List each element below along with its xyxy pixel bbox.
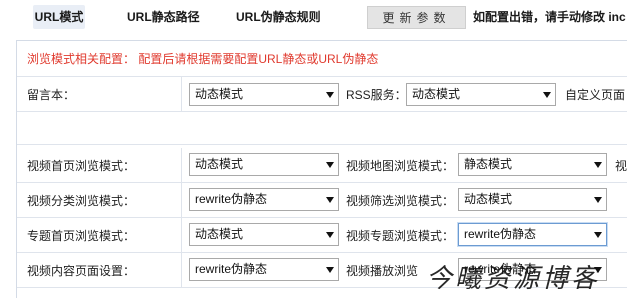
chevron-down-icon	[326, 232, 334, 238]
chevron-down-icon	[594, 162, 602, 168]
guestbook-label: 留言本：	[27, 88, 76, 102]
update-params-button[interactable]: 更新参数	[367, 6, 466, 29]
content-page-label: 视频内容页面设置：	[27, 264, 136, 278]
topic-video-select-value: rewrite伪静态	[464, 227, 537, 241]
video-filter-label: 视频筛选浏览模式：	[346, 194, 455, 208]
settings-row-video-category: 视频分类浏览模式： rewrite伪静态 视频筛选浏览模式： 动态模式	[17, 183, 627, 218]
chevron-down-icon	[543, 92, 551, 98]
column-divider	[181, 148, 182, 182]
topic-video-select[interactable]: rewrite伪静态	[458, 223, 607, 246]
video-map-label: 视频地图浏览模式：	[346, 159, 455, 173]
video-home-label: 视频首页浏览模式：	[27, 159, 136, 173]
tab-url-static-path[interactable]: URL静态路径	[127, 5, 200, 29]
column-divider	[181, 183, 182, 217]
guestbook-select[interactable]: 动态模式	[189, 83, 339, 106]
settings-row-video-home: 视频首页浏览模式： 动态模式 视频地图浏览模式： 静态模式 视	[17, 148, 627, 183]
tab-bar: URL模式 URL静态路径 URL伪静态规则 更新参数 如配置出错，请手动修改 …	[0, 0, 627, 34]
video-filter-select[interactable]: 动态模式	[458, 188, 607, 211]
chevron-down-icon	[326, 162, 334, 168]
config-tip-text: 如配置出错，请手动修改 inc	[473, 10, 626, 24]
video-home-select-value: 动态模式	[195, 157, 244, 171]
topic-video-label: 视频专题浏览模式：	[346, 229, 455, 243]
chevron-down-icon	[326, 267, 334, 273]
video-category-select-value: rewrite伪静态	[195, 192, 268, 206]
settings-row-guestbook: 留言本： 动态模式 RSS服务： 动态模式 自定义页面	[17, 77, 627, 112]
custom-page-label: 自定义页面	[565, 88, 626, 102]
settings-row-topic-home: 专题首页浏览模式： 动态模式 视频专题浏览模式： rewrite伪静态	[17, 218, 627, 253]
content-page-select-value: rewrite伪静态	[195, 262, 268, 276]
video-category-select[interactable]: rewrite伪静态	[189, 188, 339, 211]
guestbook-select-value: 动态模式	[195, 87, 244, 101]
video-play-label: 视频播放浏览	[346, 264, 419, 278]
video-map-select-value: 静态模式	[464, 157, 513, 171]
topic-home-label: 专题首页浏览模式：	[27, 229, 136, 243]
chevron-down-icon	[594, 197, 602, 203]
settings-row-spacer	[17, 112, 627, 145]
column-divider	[181, 77, 182, 111]
video-extra-label: 视	[615, 159, 627, 173]
notice-text: 浏览模式相关配置： 配置后请根据需要配置URL静态或URL伪静态	[27, 52, 379, 66]
content-page-select[interactable]: rewrite伪静态	[189, 258, 339, 281]
rss-select[interactable]: 动态模式	[406, 83, 556, 106]
topic-home-select[interactable]: 动态模式	[189, 223, 339, 246]
tab-url-mode[interactable]: URL模式	[33, 5, 85, 29]
video-map-select[interactable]: 静态模式	[458, 153, 607, 176]
video-filter-select-value: 动态模式	[464, 192, 513, 206]
chevron-down-icon	[594, 232, 602, 238]
blog-watermark: 今曦资源博客	[426, 264, 601, 294]
column-divider	[181, 218, 182, 252]
notice-row: 浏览模式相关配置： 配置后请根据需要配置URL静态或URL伪静态	[17, 41, 627, 77]
video-category-label: 视频分类浏览模式：	[27, 194, 136, 208]
rss-label: RSS服务：	[346, 88, 407, 102]
rss-select-value: 动态模式	[412, 87, 461, 101]
chevron-down-icon	[326, 197, 334, 203]
video-home-select[interactable]: 动态模式	[189, 153, 339, 176]
chevron-down-icon	[326, 92, 334, 98]
column-divider	[181, 253, 182, 287]
tab-url-rewrite-rules[interactable]: URL伪静态规则	[236, 5, 321, 29]
url-settings-screen: URL模式 URL静态路径 URL伪静态规则 更新参数 如配置出错，请手动修改 …	[0, 0, 627, 298]
topic-home-select-value: 动态模式	[195, 227, 244, 241]
